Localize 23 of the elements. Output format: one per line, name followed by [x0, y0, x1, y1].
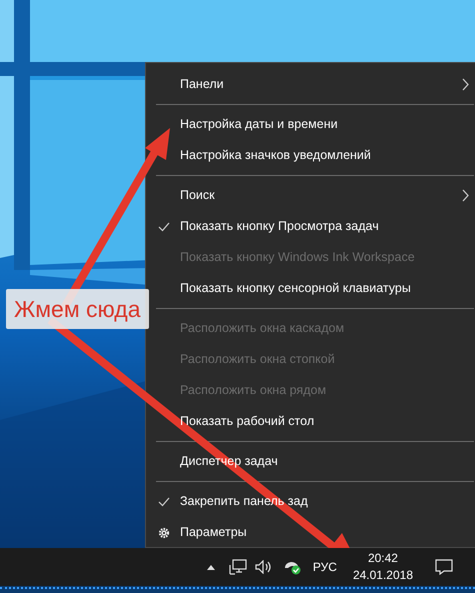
date-text: 24.01.2018	[352, 567, 413, 584]
clock[interactable]: 20:42 24.01.2018	[352, 550, 413, 584]
menu-item[interactable]: Поиск	[146, 180, 475, 211]
menu-item[interactable]: Панели	[146, 69, 475, 100]
menu-item[interactable]: Показать рабочий стол	[146, 406, 475, 437]
time-text: 20:42	[368, 550, 398, 567]
chevron-up-icon[interactable]	[206, 564, 215, 570]
notification-icon[interactable]	[435, 559, 453, 575]
language-indicator[interactable]: РУС	[312, 558, 337, 576]
cloud-check-icon[interactable]	[282, 559, 303, 575]
chevron-right-icon	[462, 78, 469, 91]
annotation-label: Жмем сюда	[6, 289, 148, 329]
menu-item[interactable]: Показать кнопку Просмотра задач	[146, 211, 475, 242]
checkmark-icon	[158, 497, 170, 507]
gear-icon	[158, 527, 170, 539]
chevron-right-icon	[462, 189, 469, 202]
menu-item[interactable]: Показать кнопку сенсорной клавиатуры	[146, 273, 475, 304]
menu-item[interactable]: Настройка даты и времени	[146, 109, 475, 140]
checkmark-icon	[158, 222, 170, 232]
menu-item[interactable]: Настройка значков уведомлений	[146, 140, 475, 171]
network-icon[interactable]	[228, 559, 247, 575]
menu-item[interactable]: Параметры	[146, 517, 475, 548]
speaker-icon[interactable]	[254, 560, 273, 574]
